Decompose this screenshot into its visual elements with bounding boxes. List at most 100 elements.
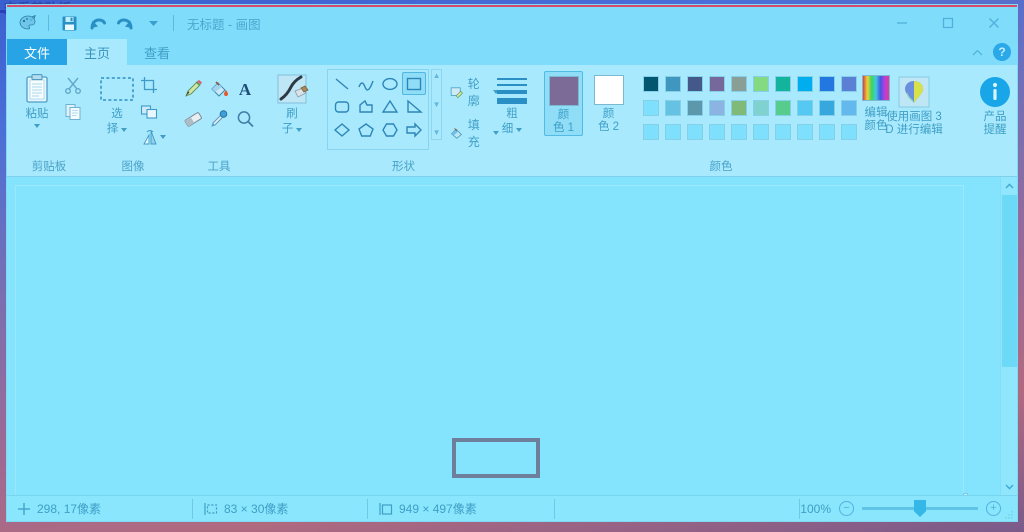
shape-pentagon[interactable] (354, 118, 378, 141)
resize-button[interactable] (137, 99, 161, 123)
palette-swatch-3-4[interactable] (706, 120, 728, 144)
tab-file[interactable]: 文件 (7, 39, 68, 65)
palette-swatch-1-10[interactable] (838, 72, 860, 96)
shape-polygon[interactable] (354, 95, 378, 118)
paste-button[interactable]: 粘贴 (13, 70, 61, 128)
zoom-slider-thumb[interactable] (914, 500, 926, 517)
shape-gallery[interactable] (327, 69, 429, 150)
gallery-more-icon[interactable]: ▼ (433, 129, 441, 137)
palette-swatch-2-9[interactable] (816, 96, 838, 120)
palette-swatch-3-8[interactable] (794, 120, 816, 144)
swatch-color (643, 100, 659, 116)
palette-swatch-2-7[interactable] (772, 96, 794, 120)
scrollbar-thumb[interactable] (1002, 195, 1017, 367)
close-icon[interactable] (971, 7, 1017, 39)
shape-right-triangle[interactable] (402, 95, 426, 118)
eyedropper-icon[interactable] (206, 104, 232, 134)
swatch-color (665, 100, 681, 116)
shape-oval[interactable] (378, 72, 402, 95)
paste-caret-icon[interactable] (34, 124, 40, 128)
palette-swatch-2-10[interactable] (838, 96, 860, 120)
minimize-icon[interactable] (879, 7, 925, 39)
eraser-icon[interactable] (180, 104, 206, 134)
shape-rounded-rectangle[interactable] (330, 95, 354, 118)
vertical-scrollbar[interactable] (1000, 177, 1017, 495)
palette-swatch-2-8[interactable] (794, 96, 816, 120)
shape-curve[interactable] (354, 72, 378, 95)
palette-swatch-1-3[interactable] (684, 72, 706, 96)
brushes-button[interactable]: 刷 子 (269, 70, 315, 136)
shape-diamond[interactable] (330, 118, 354, 141)
paint3d-button[interactable]: 使用画图 3 D 进行编辑 (872, 73, 956, 137)
palette-swatch-2-5[interactable] (728, 96, 750, 120)
palette-swatch-2-6[interactable] (750, 96, 772, 120)
tab-home[interactable]: 主页 (67, 39, 128, 65)
palette-swatch-3-6[interactable] (750, 120, 772, 144)
tab-view[interactable]: 查看 (127, 39, 187, 65)
color1-label-line2: 色 1 (552, 122, 575, 134)
select-caret-icon[interactable] (121, 127, 128, 132)
color2-button[interactable]: 颜 色 2 (589, 71, 628, 134)
palette-swatch-3-10[interactable] (838, 120, 860, 144)
scroll-up-icon[interactable] (1001, 177, 1018, 194)
magnifier-icon[interactable] (232, 104, 258, 134)
palette-swatch-1-2[interactable] (662, 72, 684, 96)
shape-hexagon[interactable] (378, 118, 402, 141)
palette-swatch-2-2[interactable] (662, 96, 684, 120)
drawn-rectangle-shape[interactable] (452, 438, 540, 478)
palette-swatch-3-2[interactable] (662, 120, 684, 144)
undo-arrow-icon[interactable] (84, 11, 110, 35)
text-a-icon[interactable]: A (232, 74, 258, 104)
palette-icon[interactable] (15, 11, 41, 35)
shape-rectangle[interactable] (402, 72, 426, 95)
scroll-down-icon[interactable] (1001, 478, 1018, 495)
drawing-canvas[interactable] (7, 177, 1000, 495)
redo-arrow-icon[interactable] (112, 11, 138, 35)
shape-right-arrow[interactable] (402, 118, 426, 141)
palette-swatch-1-4[interactable] (706, 72, 728, 96)
size-button[interactable]: 粗 细 (492, 70, 532, 136)
crop-button[interactable] (137, 73, 161, 97)
palette-swatch-1-7[interactable] (772, 72, 794, 96)
color-palette[interactable] (640, 69, 860, 144)
pencil-icon[interactable] (180, 74, 206, 104)
zoom-in-button[interactable]: + (986, 501, 1001, 516)
floppy-icon[interactable] (56, 11, 82, 35)
select-button[interactable]: 选 择 (97, 70, 137, 136)
palette-swatch-2-1[interactable] (640, 96, 662, 120)
brushes-caret-icon[interactable] (296, 127, 303, 132)
size-group-label (486, 160, 538, 176)
palette-swatch-2-3[interactable] (684, 96, 706, 120)
palette-swatch-1-5[interactable] (728, 72, 750, 96)
palette-swatch-1-8[interactable] (794, 72, 816, 96)
palette-swatch-1-6[interactable] (750, 72, 772, 96)
shape-gallery-scroll[interactable]: ▲ ▼ ▼ (431, 69, 443, 140)
color1-button[interactable]: 颜 色 1 (544, 71, 584, 136)
rotate-button[interactable] (137, 125, 169, 149)
palette-swatch-3-7[interactable] (772, 120, 794, 144)
size-caret-icon[interactable] (516, 127, 523, 132)
cut-button[interactable] (61, 73, 85, 97)
paint-bucket-icon[interactable] (206, 74, 232, 104)
product-alerts-button[interactable]: 产品 提醒 (968, 73, 1017, 137)
shape-line[interactable] (330, 72, 354, 95)
canvas-resize-handle-corner[interactable] (963, 493, 968, 495)
zoom-out-button[interactable]: − (839, 501, 854, 516)
palette-swatch-2-4[interactable] (706, 96, 728, 120)
shape-triangle[interactable] (378, 95, 402, 118)
resize-grip-icon[interactable] (1004, 509, 1014, 519)
help-button[interactable]: ? (993, 43, 1011, 61)
chevron-up-icon[interactable] (969, 44, 985, 60)
gallery-up-icon[interactable]: ▲ (433, 72, 441, 80)
palette-swatch-3-3[interactable] (684, 120, 706, 144)
zoom-slider-track[interactable] (862, 500, 978, 517)
palette-swatch-3-9[interactable] (816, 120, 838, 144)
palette-swatch-3-5[interactable] (728, 120, 750, 144)
copy-button[interactable] (61, 100, 85, 124)
gallery-down-icon[interactable]: ▼ (433, 100, 441, 109)
chevron-down-icon[interactable] (140, 11, 166, 35)
maximize-icon[interactable] (925, 7, 971, 39)
palette-swatch-1-9[interactable] (816, 72, 838, 96)
palette-swatch-1-1[interactable] (640, 72, 662, 96)
palette-swatch-3-1[interactable] (640, 120, 662, 144)
